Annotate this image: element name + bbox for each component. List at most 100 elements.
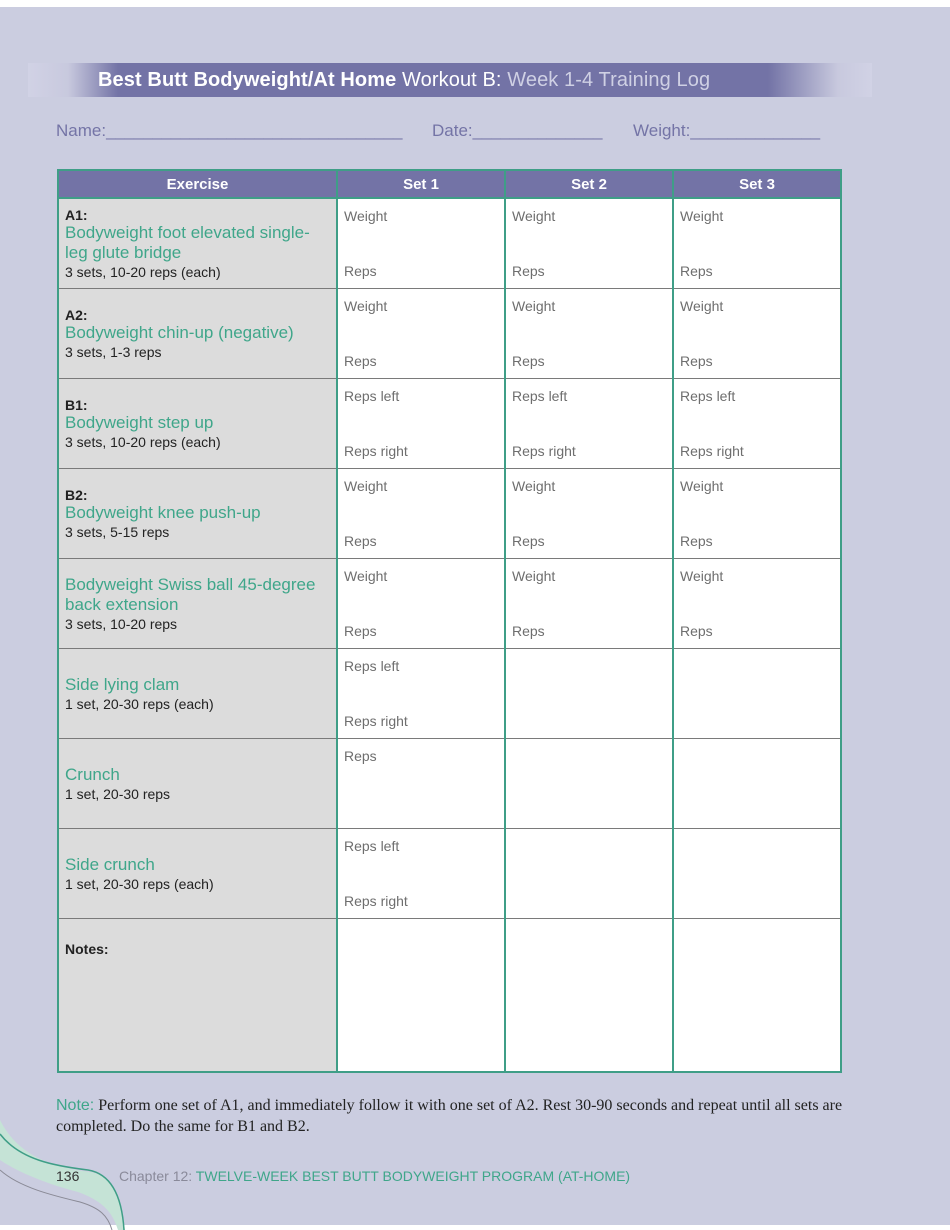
field-label: Reps right [512, 443, 576, 459]
weight-label: Weight: [633, 121, 691, 140]
exercise-info: B2: Bodyweight knee push-up 3 sets, 5-15 r… [65, 469, 332, 558]
exercise-info: A2: Bodyweight chin-up (negative) 3 sets, … [65, 289, 332, 378]
set-1-entry-cell[interactable]: Reps left Reps right [336, 648, 505, 739]
weight-line[interactable]: ______________ [690, 121, 820, 140]
date-label: Date: [432, 121, 473, 140]
table-row: B1: Bodyweight step up 3 sets, 10-20 reps … [57, 378, 841, 469]
set-3-entry-cell[interactable]: Reps left Reps right [672, 378, 841, 469]
table-row: A1: Bodyweight foot elevated single-leg g… [57, 198, 841, 289]
table-row: Crunch 1 set, 20-30 reps Reps [57, 738, 841, 829]
set-3-entry-cell[interactable] [672, 828, 841, 919]
set-1-entry-cell[interactable]: Reps [336, 738, 505, 829]
field-label: Reps right [344, 893, 408, 909]
field-label: Reps [512, 533, 545, 549]
field-label: Weight [680, 568, 724, 584]
set-1-entry-cell[interactable]: Reps left Reps right [336, 378, 505, 469]
name-line[interactable]: ________________________________ [106, 121, 402, 140]
exercise-name: Bodyweight Swiss ball 45-degree back ext… [65, 574, 316, 614]
set-2-entry-cell[interactable] [504, 828, 673, 919]
notes-set-2-cell[interactable] [504, 918, 673, 1072]
field-label: Weight [344, 208, 388, 224]
exercise-cell: B1: Bodyweight step up 3 sets, 10-20 reps … [57, 378, 337, 469]
field-label: Reps [680, 353, 713, 369]
set-2-entry-cell[interactable] [504, 738, 673, 829]
exercise-name: Bodyweight chin-up (negative) [65, 322, 294, 342]
exercise-prescription: 1 set, 20-30 reps (each) [65, 695, 214, 712]
field-label: Weight [512, 298, 556, 314]
exercise-prescription: 3 sets, 10-20 reps (each) [65, 433, 221, 450]
column-header-set-3: Set 3 [672, 170, 841, 199]
name-field[interactable]: Name:________________________________ [56, 121, 402, 141]
set-2-entry-cell[interactable]: Weight Reps [504, 558, 673, 649]
field-label: Reps left [680, 388, 736, 404]
exercise-info: Bodyweight Swiss ball 45-degree back ext… [65, 559, 332, 648]
exercise-name: Side crunch [65, 854, 155, 874]
page-footer: 136 Chapter 12: TWELVE-WEEK BEST BUTT BO… [0, 1162, 950, 1184]
set-2-entry-cell[interactable]: Weight Reps [504, 198, 673, 289]
field-label: Weight [512, 478, 556, 494]
column-header-exercise: Exercise [57, 170, 337, 199]
table-body: A1: Bodyweight foot elevated single-leg g… [57, 198, 841, 1072]
field-label: Reps [680, 263, 713, 279]
set-2-entry-cell[interactable]: Weight Reps [504, 288, 673, 379]
set-2-entry-cell[interactable] [504, 648, 673, 739]
table-row: B2: Bodyweight knee push-up 3 sets, 5-15 r… [57, 468, 841, 559]
set-3-entry-cell[interactable]: Weight Reps [672, 198, 841, 289]
field-label: Reps left [344, 388, 400, 404]
notes-set-3-cell[interactable] [672, 918, 841, 1072]
field-label: Reps [680, 623, 713, 639]
set-1-entry-cell[interactable]: Weight Reps [336, 558, 505, 649]
set-3-entry-cell[interactable]: Weight Reps [672, 468, 841, 559]
field-label: Weight [512, 568, 556, 584]
set-1-entry-cell[interactable]: Weight Reps [336, 198, 505, 289]
column-header-set-2: Set 2 [504, 170, 673, 199]
exercise-cell: A1: Bodyweight foot elevated single-leg g… [57, 198, 337, 289]
name-label: Name: [56, 121, 107, 140]
exercise-name: Bodyweight knee push-up [65, 502, 261, 522]
set-3-entry-cell[interactable] [672, 738, 841, 829]
exercise-name: Crunch [65, 764, 120, 784]
field-label: Reps left [344, 658, 400, 674]
exercise-prescription: 3 sets, 10-20 reps (each) [65, 264, 221, 280]
notes-set-1-cell[interactable] [336, 918, 505, 1072]
field-label: Weight [344, 478, 388, 494]
date-line[interactable]: ______________ [473, 121, 603, 140]
notes-label: Notes: [65, 941, 109, 957]
exercise-prescription: 1 set, 20-30 reps [65, 785, 171, 802]
exercise-code: B2: [65, 486, 88, 503]
exercise-cell: Bodyweight Swiss ball 45-degree back ext… [57, 558, 337, 649]
exercise-cell: B2: Bodyweight knee push-up 3 sets, 5-15 r… [57, 468, 337, 559]
set-3-entry-cell[interactable]: Weight Reps [672, 558, 841, 649]
instruction-note: Note: Perform one set of A1, and immedia… [56, 1095, 846, 1137]
note-label: Note: [56, 1097, 95, 1114]
exercise-cell: Crunch 1 set, 20-30 reps [57, 738, 337, 829]
exercise-info: Side lying clam 1 set, 20-30 reps (each) [65, 649, 332, 738]
column-header-set-1: Set 1 [336, 170, 505, 199]
field-label: Reps right [344, 713, 408, 729]
table-row: Side lying clam 1 set, 20-30 reps (each) R… [57, 648, 841, 739]
set-1-entry-cell[interactable]: Reps left Reps right [336, 828, 505, 919]
set-2-entry-cell[interactable]: Reps left Reps right [504, 378, 673, 469]
set-3-entry-cell[interactable] [672, 648, 841, 739]
page-title: Best Butt Bodyweight/At Home Workout B: … [98, 63, 710, 97]
weight-field[interactable]: Weight:______________ [633, 121, 820, 141]
note-text: Perform one set of A1, and immediately f… [56, 1097, 843, 1135]
exercise-info: B1: Bodyweight step up 3 sets, 10-20 reps … [65, 379, 332, 468]
exercise-prescription: 3 sets, 1-3 reps [65, 343, 162, 360]
chapter-title: Chapter 12: TWELVE-WEEK BEST BUTT BODYWE… [119, 1168, 630, 1184]
field-label: Reps [680, 533, 713, 549]
field-label: Reps [344, 353, 377, 369]
exercise-cell: Side lying clam 1 set, 20-30 reps (each) [57, 648, 337, 739]
set-1-entry-cell[interactable]: Weight Reps [336, 288, 505, 379]
set-1-entry-cell[interactable]: Weight Reps [336, 468, 505, 559]
date-field[interactable]: Date:______________ [432, 121, 602, 141]
set-3-entry-cell[interactable]: Weight Reps [672, 288, 841, 379]
set-2-entry-cell[interactable]: Weight Reps [504, 468, 673, 559]
exercise-cell: Side crunch 1 set, 20-30 reps (each) [57, 828, 337, 919]
field-label: Reps right [344, 443, 408, 459]
page: Best Butt Bodyweight/At Home Workout B: … [0, 7, 950, 1225]
exercise-cell: A2: Bodyweight chin-up (negative) 3 sets, … [57, 288, 337, 379]
field-label: Reps [344, 533, 377, 549]
title-week: Week 1-4 Training Log [501, 69, 711, 91]
field-label: Reps [512, 263, 545, 279]
